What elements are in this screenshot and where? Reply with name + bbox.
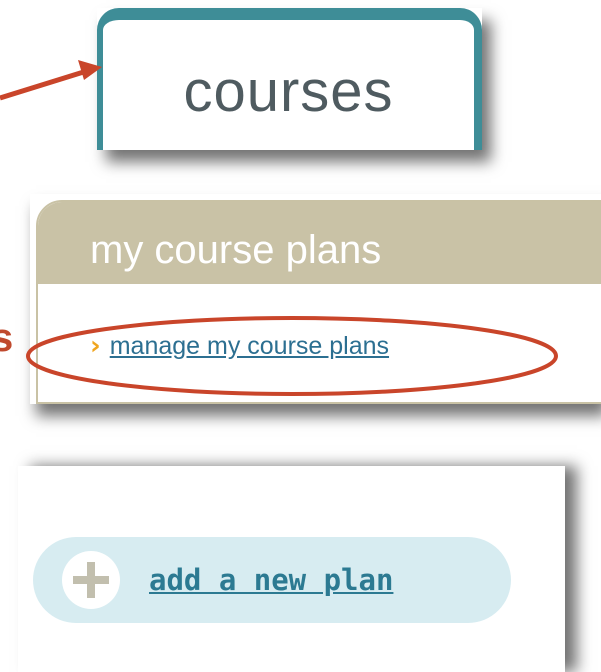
add-plan-panel: add a new plan bbox=[18, 466, 565, 672]
course-plans-box: my course plans bbox=[36, 200, 601, 404]
plus-icon bbox=[62, 551, 120, 609]
add-plan-button[interactable]: add a new plan bbox=[33, 537, 511, 623]
courses-tab-panel: courses bbox=[97, 8, 482, 150]
course-plans-title: my course plans bbox=[90, 228, 382, 272]
courses-tab[interactable]: courses bbox=[97, 8, 482, 150]
manage-course-plans-link[interactable]: manage my course plans bbox=[110, 332, 389, 361]
manage-course-plans-row[interactable]: › manage my course plans bbox=[90, 331, 389, 361]
course-plans-panel: my course plans › manage my course plans bbox=[30, 194, 601, 404]
chevron-right-icon: › bbox=[90, 331, 101, 361]
annotation-arrow bbox=[0, 67, 91, 101]
add-plan-link[interactable]: add a new plan bbox=[149, 563, 393, 597]
courses-tab-label: courses bbox=[183, 59, 394, 124]
annotation-edge-letter: s bbox=[0, 316, 14, 360]
course-plans-header: my course plans bbox=[38, 202, 601, 284]
